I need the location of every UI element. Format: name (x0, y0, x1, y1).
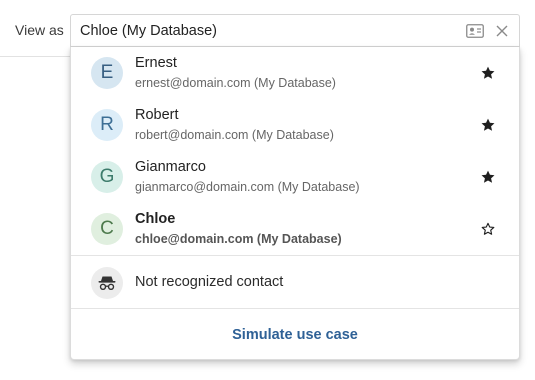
contact-option-robert[interactable]: R Robert robert@domain.com (My Database) (71, 99, 519, 151)
avatar: G (91, 161, 123, 193)
row-divider (71, 255, 519, 256)
contact-option-gianmarco[interactable]: G Gianmarco gianmarco@domain.com (My Dat… (71, 151, 519, 203)
contact-email: robert@domain.com (My Database) (135, 128, 334, 142)
contact-option-ernest[interactable]: E Ernest ernest@domain.com (My Database) (71, 47, 519, 99)
avatar: C (91, 213, 123, 245)
contact-name: Chloe (135, 211, 176, 227)
star-filled-icon[interactable] (479, 64, 497, 82)
contact-email: ernest@domain.com (My Database) (135, 76, 336, 90)
view-as-label: View as (15, 22, 64, 38)
contact-selector[interactable]: Chloe (My Database) (70, 14, 520, 47)
contact-email: gianmarco@domain.com (My Database) (135, 180, 360, 194)
close-icon[interactable] (495, 24, 509, 38)
contact-selector-value[interactable]: Chloe (My Database) (80, 23, 466, 39)
simulate-use-case-button[interactable]: Simulate use case (71, 309, 519, 360)
contact-dropdown: E Ernest ernest@domain.com (My Database)… (70, 47, 520, 360)
star-filled-icon[interactable] (479, 168, 497, 186)
contact-card-icon[interactable] (466, 23, 484, 38)
incognito-icon (91, 267, 123, 299)
contact-name: Gianmarco (135, 159, 206, 175)
not-recognized-contact-label: Not recognized contact (135, 274, 284, 290)
star-filled-icon[interactable] (479, 116, 497, 134)
star-outline-icon[interactable] (479, 220, 497, 238)
avatar: R (91, 109, 123, 141)
contact-name: Ernest (135, 55, 177, 71)
contact-name: Robert (135, 107, 179, 123)
contact-option-chloe[interactable]: C Chloe chloe@domain.com (My Database) (71, 203, 519, 255)
page-divider (0, 56, 70, 57)
not-recognized-contact-option[interactable]: Not recognized contact (71, 257, 519, 309)
contact-email: chloe@domain.com (My Database) (135, 232, 342, 246)
avatar: E (91, 57, 123, 89)
